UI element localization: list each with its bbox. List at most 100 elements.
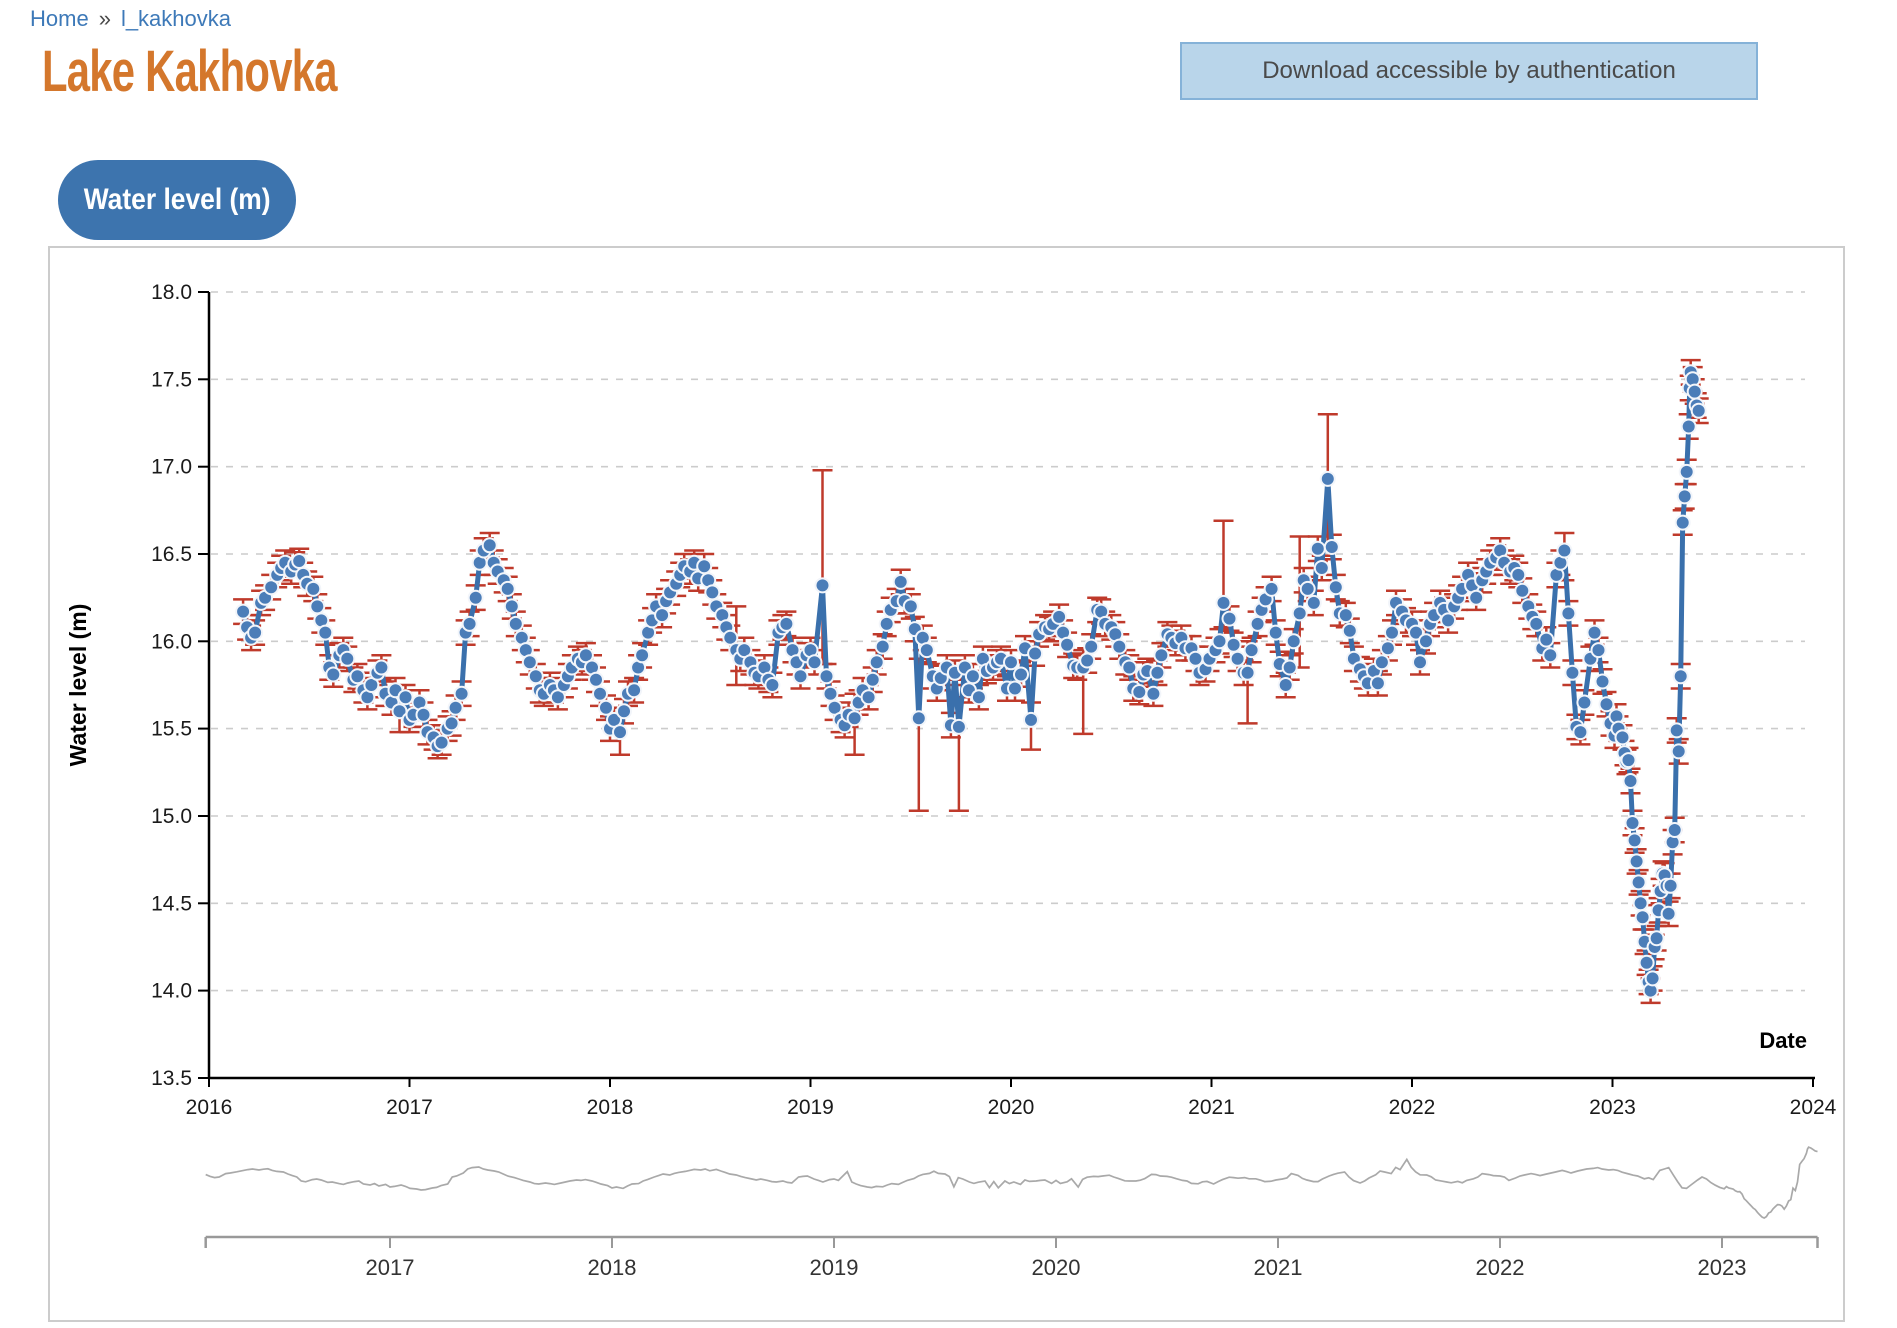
data-point bbox=[1624, 774, 1638, 788]
data-point bbox=[455, 687, 469, 701]
data-point bbox=[1343, 624, 1357, 638]
data-point bbox=[1241, 666, 1255, 680]
data-point bbox=[1375, 655, 1389, 669]
data-point bbox=[1008, 682, 1022, 696]
data-point bbox=[1060, 638, 1074, 652]
data-point bbox=[1004, 655, 1018, 669]
data-point bbox=[816, 578, 830, 592]
data-point bbox=[1307, 596, 1321, 610]
data-point bbox=[463, 617, 477, 631]
data-point bbox=[1630, 854, 1644, 868]
y-tick-label: 18.0 bbox=[151, 281, 192, 304]
data-point bbox=[1672, 744, 1686, 758]
data-point bbox=[529, 669, 543, 683]
data-point bbox=[1688, 385, 1702, 399]
data-point bbox=[1325, 540, 1339, 554]
data-point bbox=[1515, 584, 1529, 598]
data-point bbox=[1227, 638, 1241, 652]
data-point bbox=[1511, 568, 1525, 582]
data-point bbox=[1329, 580, 1343, 594]
data-point bbox=[1622, 753, 1636, 767]
data-point bbox=[1441, 613, 1455, 627]
data-point bbox=[912, 711, 926, 725]
data-point bbox=[1311, 542, 1325, 556]
data-point bbox=[589, 673, 603, 687]
data-point bbox=[505, 599, 519, 613]
data-point bbox=[1419, 634, 1433, 648]
data-point bbox=[1650, 931, 1664, 945]
data-point bbox=[1265, 582, 1279, 596]
water-level-chart[interactable]: 18.017.517.016.516.015.515.014.514.013.5… bbox=[50, 248, 1843, 1320]
breadcrumb-home-link[interactable]: Home bbox=[30, 6, 89, 31]
data-point bbox=[374, 661, 388, 675]
data-point bbox=[236, 605, 250, 619]
data-point bbox=[1573, 725, 1587, 739]
data-point bbox=[399, 690, 413, 704]
data-point bbox=[1245, 643, 1259, 657]
data-point bbox=[1646, 971, 1660, 985]
navigator-tick-label: 2022 bbox=[1476, 1255, 1525, 1280]
y-tick-label: 15.0 bbox=[151, 805, 192, 828]
data-point bbox=[1668, 823, 1682, 837]
data-point bbox=[1112, 640, 1126, 654]
navigator-tick-label: 2019 bbox=[810, 1255, 859, 1280]
data-point bbox=[920, 643, 934, 657]
data-point bbox=[1680, 465, 1694, 479]
data-point bbox=[248, 626, 262, 640]
y-tick-label: 16.5 bbox=[151, 543, 192, 566]
y-tick-label: 14.0 bbox=[151, 980, 192, 1003]
data-point bbox=[894, 575, 908, 589]
tab-water-level[interactable]: Water level (m) bbox=[58, 160, 296, 240]
x-tick-label: 2021 bbox=[1188, 1096, 1235, 1119]
data-point bbox=[1154, 648, 1168, 662]
data-point bbox=[1565, 666, 1579, 680]
data-point bbox=[523, 655, 537, 669]
data-point bbox=[705, 585, 719, 599]
data-point bbox=[1024, 713, 1038, 727]
x-tick-label: 2018 bbox=[587, 1096, 634, 1119]
page: Home»l_kakhovka Lake Kakhovka Download a… bbox=[0, 0, 1897, 1328]
data-point bbox=[966, 669, 980, 683]
data-point bbox=[1014, 668, 1028, 682]
data-point bbox=[1692, 404, 1706, 418]
data-point bbox=[1577, 696, 1591, 710]
data-point bbox=[820, 669, 834, 683]
y-tick-label: 13.5 bbox=[151, 1067, 192, 1090]
data-point bbox=[1301, 582, 1315, 596]
data-point bbox=[876, 640, 890, 654]
navigator-tick-label: 2018 bbox=[588, 1255, 637, 1280]
data-point bbox=[1529, 617, 1543, 631]
navigator-tick-label: 2017 bbox=[366, 1255, 415, 1280]
data-point bbox=[779, 617, 793, 631]
data-point bbox=[952, 720, 966, 734]
data-point bbox=[1080, 654, 1094, 668]
breadcrumb-separator: » bbox=[99, 6, 111, 31]
data-point bbox=[1150, 666, 1164, 680]
data-point bbox=[417, 708, 431, 722]
data-point bbox=[1596, 675, 1610, 689]
data-point bbox=[1682, 420, 1696, 434]
download-button-label: Download accessible by authentication bbox=[1262, 57, 1676, 85]
data-point bbox=[1678, 489, 1692, 503]
data-point bbox=[862, 690, 876, 704]
data-point bbox=[445, 716, 459, 730]
data-point bbox=[1321, 472, 1335, 486]
y-tick-label: 15.5 bbox=[151, 718, 192, 741]
download-button[interactable]: Download accessible by authentication bbox=[1180, 42, 1758, 100]
x-tick-label: 2019 bbox=[787, 1096, 834, 1119]
breadcrumb-current-link[interactable]: l_kakhovka bbox=[121, 6, 231, 31]
navigator-tick-label: 2020 bbox=[1032, 1255, 1081, 1280]
x-tick-label: 2017 bbox=[386, 1096, 433, 1119]
data-point bbox=[870, 655, 884, 669]
data-point bbox=[318, 626, 332, 640]
data-point bbox=[1132, 685, 1146, 699]
data-point bbox=[1600, 697, 1614, 711]
navigator-line bbox=[206, 1147, 1818, 1218]
data-point bbox=[1674, 669, 1688, 683]
x-tick-label: 2022 bbox=[1389, 1096, 1436, 1119]
data-point bbox=[509, 617, 523, 631]
data-point bbox=[1381, 641, 1395, 655]
navigator-tick-label: 2023 bbox=[1698, 1255, 1747, 1280]
data-point bbox=[1028, 647, 1042, 661]
data-point bbox=[808, 655, 822, 669]
